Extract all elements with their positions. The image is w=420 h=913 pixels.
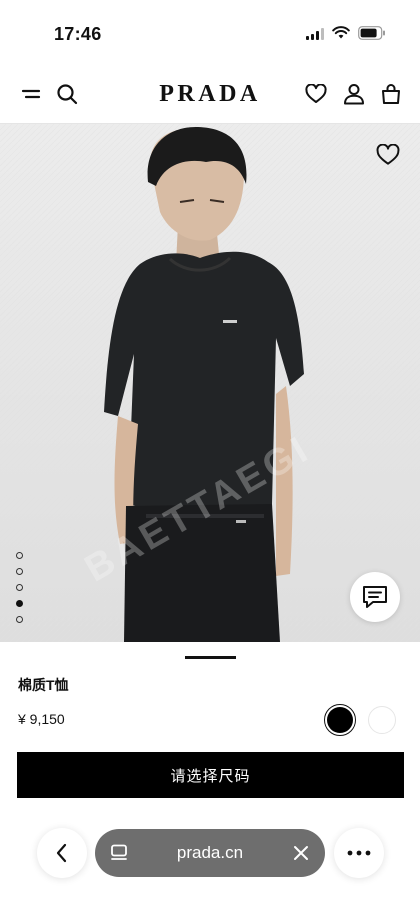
more-button[interactable] xyxy=(334,828,384,878)
heart-icon[interactable] xyxy=(302,80,330,108)
battery-icon xyxy=(358,26,385,40)
product-name: 棉质T恤 xyxy=(18,677,69,693)
chevron-left-icon xyxy=(56,843,67,863)
status-time: 17:46 xyxy=(54,24,102,44)
model-photo xyxy=(0,124,420,642)
select-size-button[interactable]: 请选择尺码 xyxy=(17,752,404,798)
chat-button[interactable] xyxy=(350,572,400,622)
back-button[interactable] xyxy=(37,828,87,878)
close-icon[interactable] xyxy=(291,843,311,863)
product-price: ¥ 9,150 xyxy=(18,711,65,727)
signal-icon xyxy=(306,27,324,40)
gallery-indicator xyxy=(185,656,236,659)
more-icon xyxy=(347,850,371,856)
wifi-icon xyxy=(332,26,350,39)
user-icon[interactable] xyxy=(340,80,368,108)
site-header: PRADA xyxy=(0,64,420,124)
bag-icon[interactable] xyxy=(377,80,405,108)
pagination-dot[interactable] xyxy=(16,568,23,575)
wishlist-heart-icon[interactable] xyxy=(376,143,402,170)
address-bar[interactable]: prada.cn xyxy=(95,829,325,877)
status-bar: 17:46 xyxy=(0,0,420,64)
product-image[interactable]: BAETTAEGI xyxy=(0,124,420,642)
pagination-dot[interactable] xyxy=(16,616,23,623)
color-swatch-black-selected[interactable] xyxy=(324,704,356,736)
pagination-dot[interactable] xyxy=(16,552,23,559)
image-pagination xyxy=(16,552,23,623)
pagination-dot[interactable] xyxy=(16,584,23,591)
chat-icon xyxy=(363,586,387,608)
pagination-dot-active[interactable] xyxy=(16,600,23,607)
color-swatch-white[interactable] xyxy=(368,706,396,734)
status-icons xyxy=(306,26,386,40)
